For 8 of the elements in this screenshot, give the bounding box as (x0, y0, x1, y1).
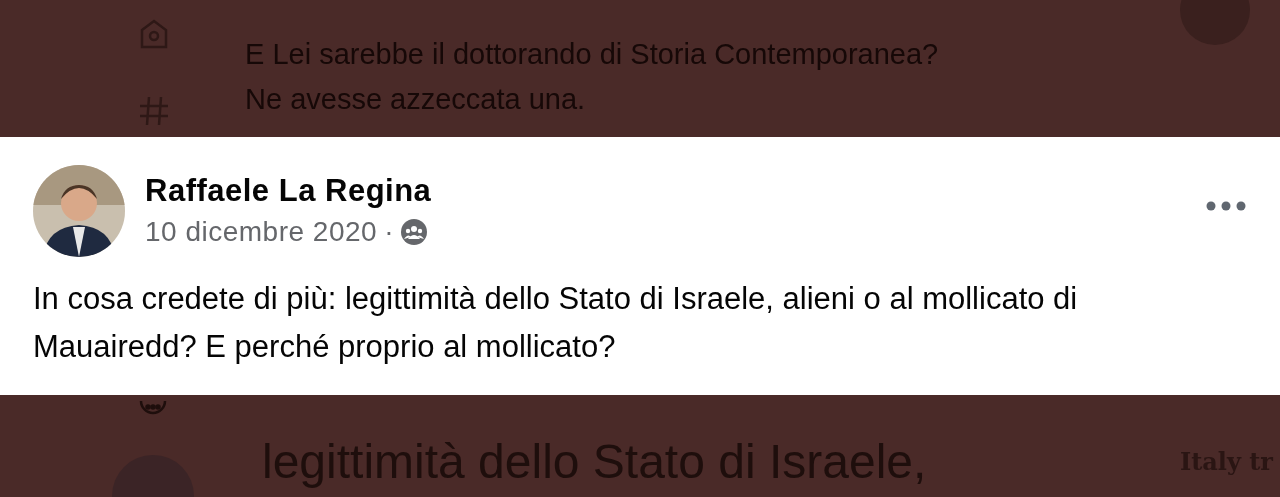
post-date[interactable]: 10 dicembre 2020 (145, 215, 378, 249)
home-icon[interactable] (139, 18, 169, 50)
post-text: In cosa credete di più: legittimità dello Stato di Israele, alieni o al mollicato di Mauairedd? E perché proprio al mollicato? (33, 280, 1079, 366)
separator: · (384, 215, 394, 249)
friends-audience-icon[interactable] (401, 219, 427, 245)
hashtag-icon[interactable] (138, 95, 170, 127)
more-options-icon[interactable] (1206, 201, 1246, 211)
author-name[interactable]: Raffaele La Regina (145, 173, 432, 209)
